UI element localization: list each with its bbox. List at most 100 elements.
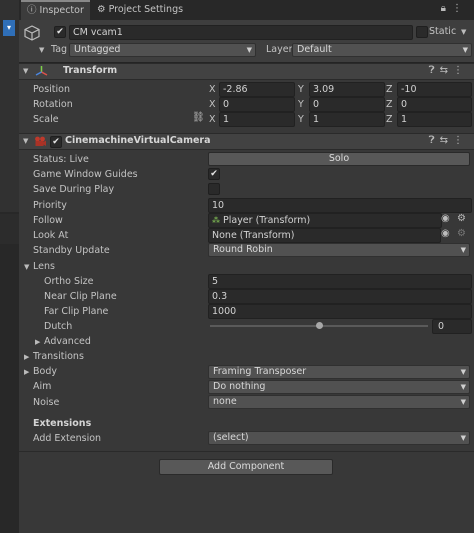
scale-z-field[interactable]: 1 (397, 112, 472, 127)
rotation-z-field[interactable]: 0 (397, 97, 472, 112)
gear-icon: ⚙ (97, 4, 106, 15)
body-label: Body (33, 366, 57, 377)
rotation-x-field[interactable]: 0 (219, 97, 295, 112)
body-foldout-icon[interactable]: ▶ (24, 368, 29, 376)
standby-update-dropdown[interactable]: Round Robin ▼ (208, 243, 470, 257)
noise-dropdown[interactable]: none ▼ (208, 395, 470, 409)
help-icon[interactable]: ❓︎ (429, 135, 440, 146)
preset-icon[interactable]: ⇆ (440, 135, 453, 146)
near-clip-plane-field[interactable]: 0.3 (208, 289, 472, 304)
position-y-field[interactable]: 3.09 (309, 82, 385, 97)
dutch-label: Dutch (44, 321, 73, 332)
add-extension-dropdown[interactable]: (select) ▼ (208, 431, 470, 445)
tab-bar: ⓘ Inspector ⚙ Project Settings 🔒︎⋮ (19, 0, 474, 20)
kebab-menu-icon[interactable]: ⋮ (453, 135, 468, 146)
transform-axes-icon (35, 66, 48, 76)
link-icon[interactable]: ⛓ (192, 112, 205, 123)
position-x-field[interactable]: -2.86 (219, 82, 295, 97)
settings-gear-icon[interactable]: ⚙ (457, 213, 466, 224)
tab-project-settings[interactable]: ⚙ Project Settings (91, 0, 189, 20)
far-clip-plane-field[interactable]: 1000 (208, 304, 472, 319)
tag-dropdown[interactable]: Untagged ▼ (69, 43, 256, 57)
kebab-menu-icon[interactable]: ⋮ (452, 3, 468, 14)
component-divider (19, 451, 474, 452)
chevron-down-icon: ▼ (460, 398, 466, 406)
extensions-heading: Extensions (33, 418, 92, 429)
noise-label: Noise (33, 397, 60, 408)
save-during-play-checkbox[interactable] (208, 183, 220, 195)
aim-dropdown[interactable]: Do nothing ▼ (208, 380, 470, 394)
lock-icon[interactable]: 🔒︎ (441, 3, 452, 14)
save-during-play-label: Save During Play (33, 184, 115, 195)
dutch-slider-handle[interactable] (315, 322, 323, 329)
settings-gear-icon[interactable]: ⚙ (457, 228, 466, 239)
chevron-down-icon: ▼ (460, 383, 466, 391)
scale-x-field[interactable]: 1 (219, 112, 295, 127)
game-window-guides-label: Game Window Guides (33, 169, 138, 180)
static-dropdown-arrow-icon[interactable]: ▼ (461, 28, 466, 36)
lens-foldout-icon[interactable]: ▼ (24, 263, 29, 271)
transitions-foldout-icon[interactable]: ▶ (24, 353, 29, 361)
advanced-foldout-icon[interactable]: ▶ (35, 338, 40, 346)
gameobject-header: ▼ ✔ CM vcam1 Static ▼ Tag Untagged ▼ Laye… (19, 20, 474, 63)
tab-inspector[interactable]: ⓘ Inspector (21, 0, 90, 20)
layer-label: Layer (266, 44, 293, 55)
tag-label: Tag (51, 44, 68, 55)
look-at-label: Look At (33, 230, 69, 241)
chevron-down-icon: ▼ (460, 246, 466, 254)
transitions-label[interactable]: Transitions (33, 351, 84, 362)
dutch-field[interactable]: 0 (432, 319, 472, 334)
static-checkbox[interactable] (416, 26, 428, 38)
icon-dropdown-arrow-icon[interactable]: ▼ (39, 46, 44, 54)
transform-foldout-icon[interactable]: ▼ (23, 67, 28, 75)
tab-bar-icons: 🔒︎⋮ (441, 3, 468, 14)
gameobject-cube-icon (24, 25, 40, 41)
left-panel-edge: ▾ (0, 0, 19, 533)
object-picker-icon[interactable]: ◉ (441, 213, 450, 224)
vcam-enabled-checkbox[interactable]: ✔ (50, 136, 62, 148)
chevron-down-icon: ▼ (460, 434, 466, 442)
lens-label[interactable]: Lens (33, 261, 55, 272)
body-dropdown[interactable]: Framing Transposer ▼ (208, 365, 470, 379)
vcam-foldout-icon[interactable]: ▼ (23, 137, 28, 145)
status-label: Status: Live (33, 154, 89, 165)
vcam-header-icons: ❓︎⇆⋮ (429, 135, 468, 146)
solo-button[interactable]: Solo (208, 152, 470, 166)
chevron-down-icon: ▼ (246, 46, 252, 54)
far-clip-plane-label: Far Clip Plane (44, 306, 109, 317)
game-window-guides-checkbox[interactable]: ✔ (208, 168, 220, 180)
near-clip-plane-label: Near Clip Plane (44, 291, 117, 302)
kebab-menu-icon[interactable]: ⋮ (453, 65, 468, 76)
left-panel-dropdown-button[interactable]: ▾ (3, 20, 15, 36)
look-at-field[interactable]: None (Transform) (208, 228, 441, 243)
transform-object-icon: ⁂ (212, 216, 220, 225)
transform-header[interactable]: ▼ Transform ❓︎⇆⋮ (19, 63, 474, 80)
follow-label: Follow (33, 215, 63, 226)
ortho-size-field[interactable]: 5 (208, 274, 472, 289)
cinemachine-camera-icon (35, 136, 46, 146)
rotation-y-field[interactable]: 0 (309, 97, 385, 112)
chevron-down-icon: ▼ (460, 368, 466, 376)
gameobject-name-field[interactable]: CM vcam1 (69, 25, 413, 40)
info-icon: ⓘ (27, 5, 37, 16)
position-z-field[interactable]: -10 (397, 82, 472, 97)
transform-header-icons: ❓︎⇆⋮ (429, 65, 468, 76)
add-component-button[interactable]: Add Component (159, 459, 333, 475)
advanced-label[interactable]: Advanced (44, 336, 91, 347)
standby-update-label: Standby Update (33, 245, 110, 256)
layer-dropdown[interactable]: Default ▼ (292, 43, 472, 57)
active-checkbox[interactable]: ✔ (54, 26, 66, 38)
priority-field[interactable]: 10 (208, 198, 472, 213)
follow-field[interactable]: ⁂ Player (Transform) (208, 213, 442, 228)
object-picker-icon[interactable]: ◉ (441, 228, 450, 239)
vcam-header[interactable]: ▼ ✔ CinemachineVirtualCamera ❓︎⇆⋮ (19, 133, 474, 150)
help-icon[interactable]: ❓︎ (429, 65, 440, 76)
priority-label: Priority (33, 200, 67, 211)
chevron-down-icon: ▼ (462, 46, 468, 54)
ortho-size-label: Ortho Size (44, 276, 94, 287)
aim-label: Aim (33, 381, 52, 392)
add-extension-label: Add Extension (33, 433, 102, 444)
preset-icon[interactable]: ⇆ (440, 65, 453, 76)
static-label: Static (429, 26, 457, 37)
scale-y-field[interactable]: 1 (309, 112, 385, 127)
